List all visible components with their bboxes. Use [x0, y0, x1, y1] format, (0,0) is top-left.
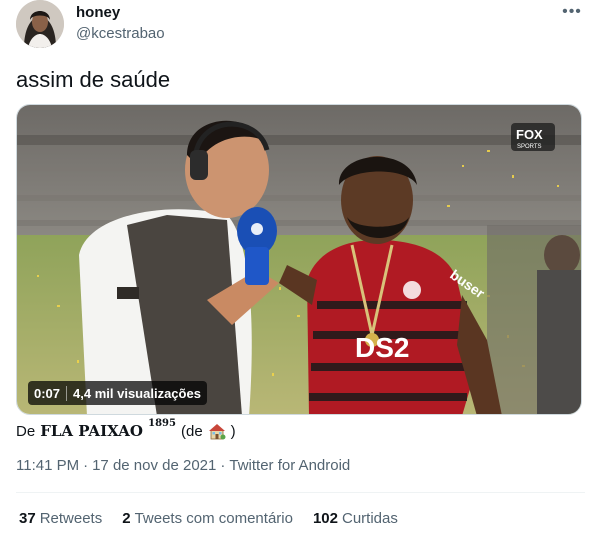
quote-tweets-count: 2	[122, 510, 131, 527]
likes-label: Curtidas	[342, 510, 398, 527]
video-views: 4,4 mil visualizações	[73, 385, 201, 401]
tweet-time[interactable]: 11:41 PM	[16, 457, 79, 474]
attribution-prefix: De	[16, 422, 36, 440]
retweets-stat[interactable]: 37 Retweets	[19, 510, 102, 527]
video-info-badge: 0:07 4,4 mil visualizações	[28, 381, 207, 405]
attribution-source-name: FLA PAIXAO	[40, 422, 143, 440]
quote-tweets-label: Tweets com comentário	[134, 510, 293, 527]
meta-separator-2: ·	[220, 457, 226, 474]
meta-separator: ·	[83, 457, 89, 474]
more-button[interactable]: •••	[560, 2, 584, 22]
user-name[interactable]: honey	[76, 4, 120, 21]
retweets-count: 37	[19, 510, 36, 527]
attribution-suffix-close: )	[230, 422, 236, 440]
divider	[16, 492, 585, 493]
attribution-year: 1895	[148, 418, 176, 429]
user-handle[interactable]: @kcestrabao	[76, 25, 165, 42]
house-emoji-icon	[208, 422, 226, 440]
likes-count: 102	[312, 510, 338, 527]
more-horizontal-icon: •••	[562, 3, 582, 20]
attribution-suffix-open: (de	[180, 422, 203, 440]
tweet-stats: 37 Retweets 2 Tweets com comentário 102 Cur…	[19, 510, 418, 527]
tweet-source-app[interactable]: Twitter for Android	[229, 457, 350, 474]
video-duration: 0:07	[34, 385, 68, 401]
broadcaster-logo-sub: SPORTS	[517, 144, 542, 150]
tweet: honey @kcestrabao ••• assim de saúde DS2…	[0, 0, 603, 541]
retweets-label: Retweets	[39, 510, 103, 527]
broadcaster-logo-text: FOX	[516, 127, 543, 142]
quote-tweets-stat[interactable]: 2 Tweets com comentário	[122, 510, 293, 527]
shirt-text: DS2	[355, 332, 409, 363]
video-frame: DS2 buser FOX SPORTS	[17, 105, 581, 414]
tweet-date[interactable]: 17 de nov de 2021	[92, 457, 216, 474]
video-attribution: De FLA PAIXAO 1895 (de )	[16, 418, 236, 440]
video-player[interactable]: DS2 buser FOX SPORTS	[16, 104, 582, 415]
tweet-meta: 11:41 PM · 17 de nov de 2021 · Twitter f…	[16, 457, 350, 474]
tweet-text: assim de saúde	[16, 67, 171, 92]
broadcaster-logo: FOX SPORTS	[511, 123, 555, 151]
likes-stat[interactable]: 102 Curtidas	[313, 510, 398, 527]
avatar[interactable]	[16, 0, 64, 48]
attribution-source-link[interactable]: FLA PAIXAO 1895	[40, 418, 176, 440]
